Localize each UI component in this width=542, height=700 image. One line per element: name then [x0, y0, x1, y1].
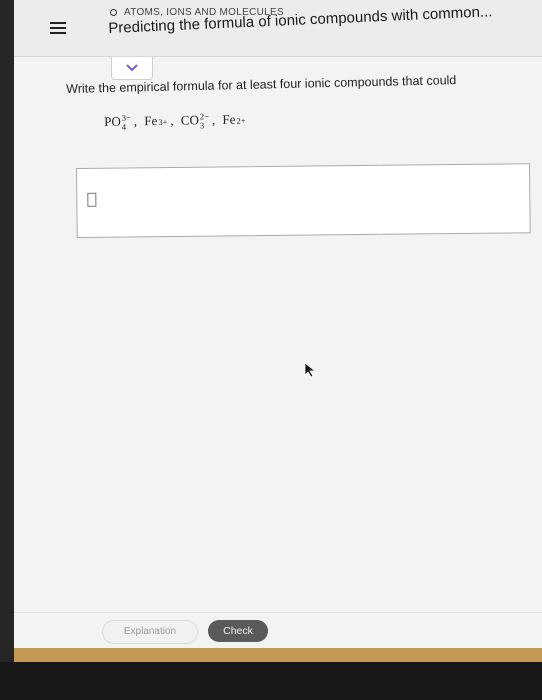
screen: ATOMS, IONS AND MOLECULES Predicting the… [14, 0, 542, 662]
chevron-down-icon [126, 64, 138, 72]
ion-phosphate: PO 3− 4 [104, 112, 131, 132]
ion-iron-iii: Fe 3+ [144, 113, 168, 129]
explanation-button[interactable]: Explanation [102, 620, 198, 644]
check-button[interactable]: Check [208, 620, 268, 642]
answer-input[interactable] [76, 163, 531, 238]
ion-iron-ii: Fe 2+ [222, 111, 246, 127]
screen-bezel-bottom [0, 662, 542, 700]
bottom-accent-bar [14, 648, 542, 662]
mouse-cursor-icon [304, 362, 317, 383]
hamburger-icon[interactable] [50, 22, 66, 36]
answer-placeholder-box [87, 192, 97, 207]
ion-list: PO 3− 4 , Fe 3+ , CO 2− 3 , Fe 2+ [104, 111, 246, 132]
screen-bezel-left [0, 0, 14, 662]
ion-carbonate: CO 2− 3 [180, 111, 209, 131]
footer-divider [14, 612, 542, 613]
collapse-button[interactable] [111, 57, 153, 80]
header: ATOMS, IONS AND MOLECULES Predicting the… [14, 0, 542, 57]
circle-icon [110, 9, 117, 16]
